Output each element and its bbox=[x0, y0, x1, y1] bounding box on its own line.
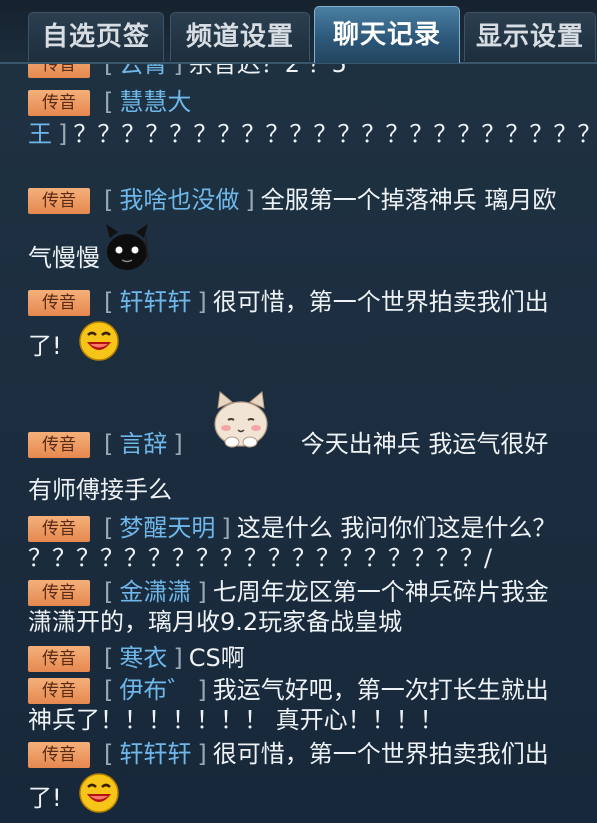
channel-badge: 传音 bbox=[28, 432, 90, 458]
laughing-face-icon bbox=[79, 773, 119, 813]
chat-message: 传音[梦醒天明] 这是什么 我问你们这是什么？ bbox=[28, 512, 584, 544]
chat-message: 传音[伊布゛] 我运气好吧，第一次打长生就出 bbox=[28, 674, 584, 706]
message-text: 今天出神兵 我运气很好 bbox=[300, 430, 549, 458]
channel-badge: 传音 bbox=[28, 742, 90, 768]
chat-message: 传音[我啥也没做] 全服第一个掉落神兵 璃月欧 bbox=[28, 184, 584, 216]
tab-bar: 自选页签 频道设置 聊天记录 显示设置 bbox=[0, 0, 597, 64]
message-text: 我运气好吧，第一次打长生就出 bbox=[212, 676, 549, 704]
player-name[interactable]: 云霄 bbox=[119, 64, 167, 78]
chat-message: 传音[寒衣] CS啊 bbox=[28, 642, 584, 674]
tab-display-settings[interactable]: 显示设置 bbox=[464, 12, 596, 61]
chat-message: 传音[慧慧大王]？？？？？？？？？？？？？？？？？？？？？？？？？？？？？？？？… bbox=[28, 86, 597, 150]
chat-message: 传音[云霄] 宗音迟？2 ？5 bbox=[28, 64, 584, 80]
message-text: ？？？？？？？？？？？？？？？？？？？？？？？？？？？？？？？？？？？？？？？？ bbox=[73, 120, 597, 148]
message-text: 这是什么 我问你们这是什么？ bbox=[236, 514, 557, 542]
message-text: 很可惜，第一个世界拍卖我们出 bbox=[212, 288, 549, 316]
player-name[interactable]: 寒衣 bbox=[119, 644, 167, 672]
chat-message: 传音[言辞] 今天出神兵 我运气很好 bbox=[28, 428, 584, 460]
chat-message: 传音[轩轩轩] 很可惜，第一个世界拍卖我们出 bbox=[28, 286, 584, 318]
message-text: CS啊 bbox=[188, 644, 245, 672]
channel-badge: 传音 bbox=[28, 188, 90, 214]
channel-badge: 传音 bbox=[28, 580, 90, 606]
message-text: 很可惜，第一个世界拍卖我们出 bbox=[212, 740, 549, 768]
message-text: 全服第一个掉落神兵 璃月欧 bbox=[260, 186, 557, 214]
channel-badge: 传音 bbox=[28, 516, 90, 542]
channel-badge: 传音 bbox=[28, 646, 90, 672]
tab-channel-settings[interactable]: 频道设置 bbox=[170, 12, 310, 61]
player-name[interactable]: 金潇潇 bbox=[119, 578, 191, 606]
black-cat-icon bbox=[106, 224, 149, 270]
player-name[interactable]: 梦醒天明 bbox=[119, 514, 215, 542]
chat-message-continuation: 有师傅接手么 bbox=[28, 476, 172, 504]
laughing-face-icon bbox=[79, 321, 119, 361]
player-name[interactable]: 我啥也没做 bbox=[119, 186, 239, 214]
channel-badge: 传音 bbox=[28, 678, 90, 704]
chat-message: 传音[轩轩轩] 很可惜，第一个世界拍卖我们出 bbox=[28, 738, 584, 770]
chat-message-continuation: 潇潇开的，璃月收9.2玩家备战皇城 bbox=[28, 608, 403, 636]
chat-message-continuation: 神兵了！！！！！！！ 真开心！！！！ bbox=[28, 706, 444, 734]
player-name[interactable]: 轩轩轩 bbox=[119, 288, 191, 316]
tab-favorites[interactable]: 自选页签 bbox=[28, 12, 164, 61]
chat-log[interactable]: 传音[云霄] 宗音迟？2 ？5 传音[慧慧大王]？？？？？？？？？？？？？？？？？… bbox=[0, 64, 597, 823]
tab-chat-history[interactable]: 聊天记录 bbox=[314, 6, 460, 63]
message-text: 七周年龙区第一个神兵碎片我金 bbox=[212, 578, 549, 606]
player-name[interactable]: 言辞 bbox=[119, 430, 167, 458]
player-name[interactable]: 轩轩轩 bbox=[119, 740, 191, 768]
chat-message: 传音[金潇潇] 七周年龙区第一个神兵碎片我金 bbox=[28, 576, 584, 608]
player-name[interactable]: 伊布゛ bbox=[119, 676, 191, 704]
chat-window: 自选页签 频道设置 聊天记录 显示设置 传音[云霄] 宗音迟？2 ？5 传音[慧慧… bbox=[0, 0, 597, 823]
chat-message-continuation: ？？？？？？？？？？？？？？？？？？？/ bbox=[28, 544, 493, 572]
channel-badge: 传音 bbox=[28, 90, 90, 116]
message-text: 宗音迟？2 ？5 bbox=[188, 64, 347, 78]
channel-badge: 传音 bbox=[28, 290, 90, 316]
channel-badge: 传音 bbox=[28, 64, 90, 78]
